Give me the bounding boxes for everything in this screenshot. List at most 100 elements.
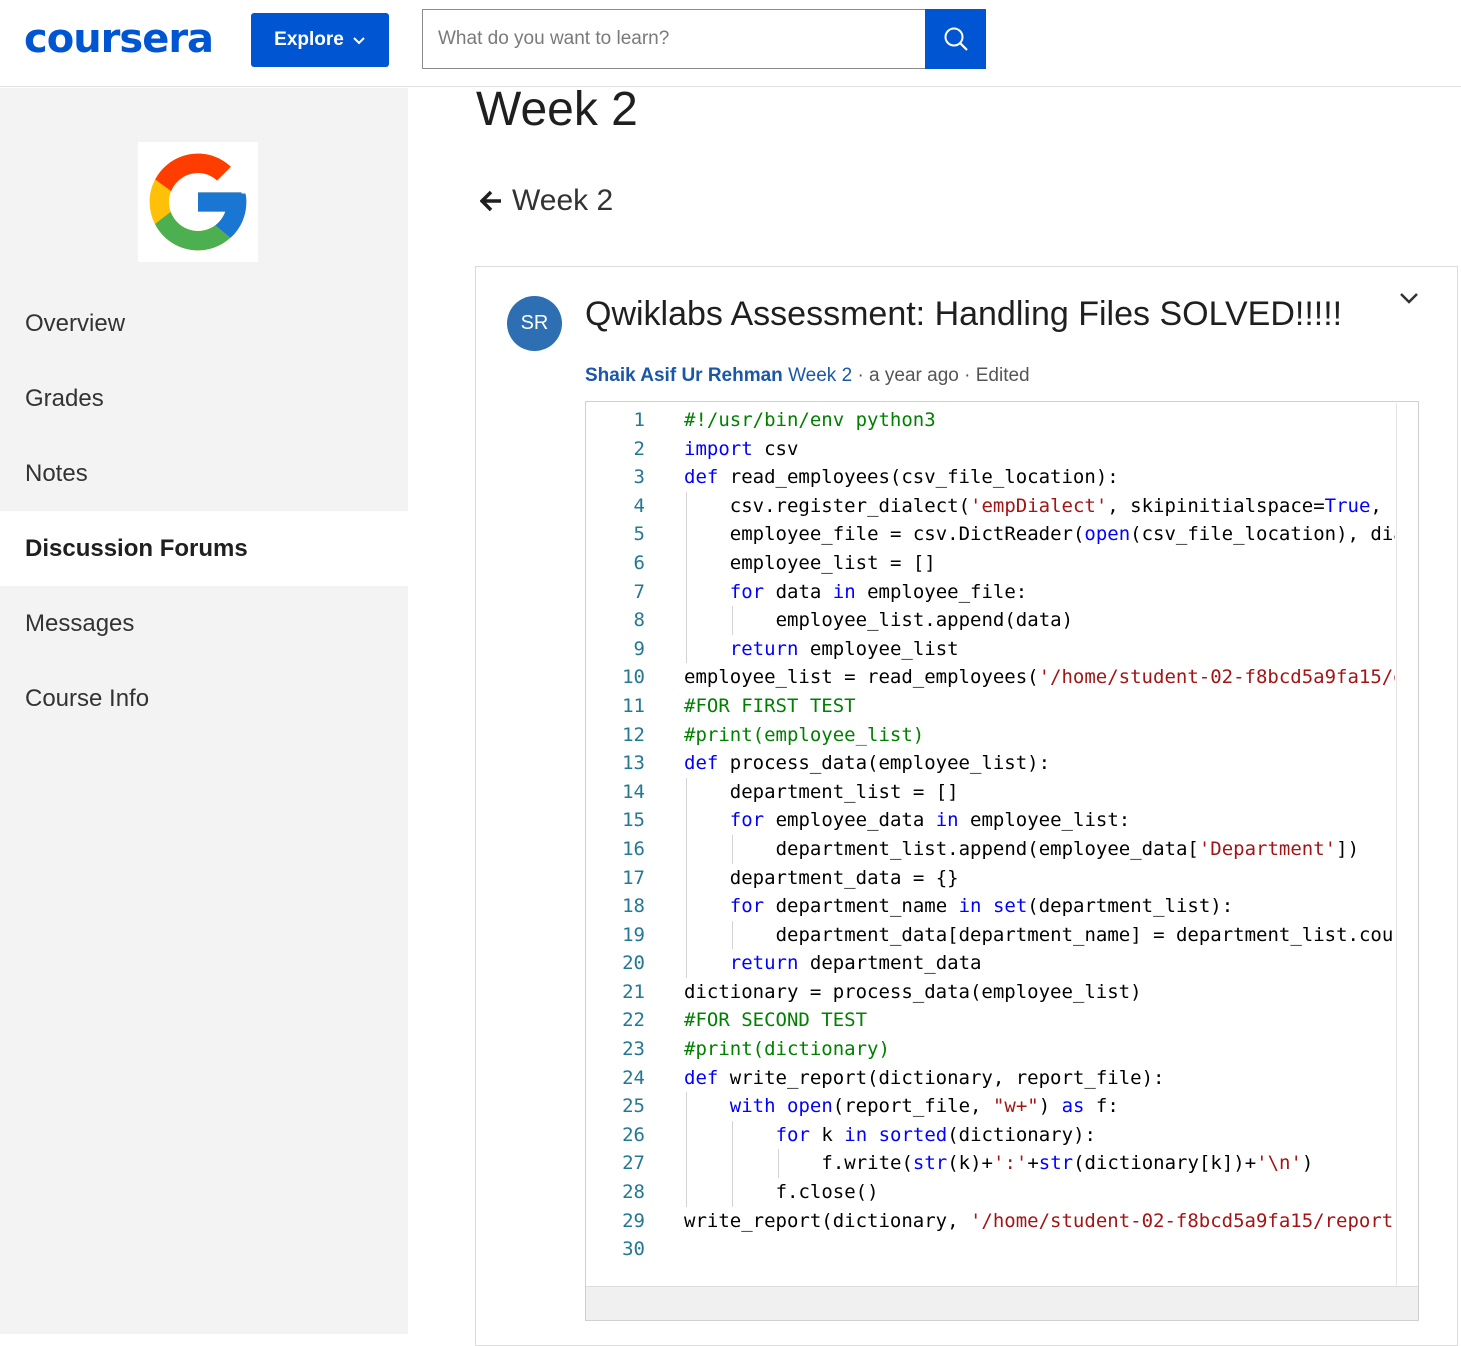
code-token: #FOR FIRST TEST — [684, 694, 856, 717]
code-text: with open(report_file, "w+") as f: — [730, 1092, 1119, 1121]
line-number: 12 — [622, 723, 645, 746]
code-text: employee_list = read_employees('/home/st… — [684, 663, 1395, 692]
line-number: 28 — [622, 1181, 645, 1204]
sidebar-item-notes[interactable]: Notes — [0, 436, 408, 511]
code-text: employee_list.append(data) — [776, 606, 1073, 635]
code-token: process_data(employee_list): — [718, 752, 1051, 775]
code-text: write_report(dictionary, '/home/student-… — [684, 1207, 1395, 1236]
sidebar-item-course-info[interactable]: Course Info — [0, 661, 408, 736]
code-text: #!/usr/bin/env python3 — [684, 406, 936, 435]
sidebar-item-overview[interactable]: Overview — [0, 286, 408, 361]
back-link-label: Week 2 — [512, 184, 614, 217]
chevron-down-icon — [353, 37, 365, 45]
sidebar-item-discussion-forums[interactable]: Discussion Forums — [0, 511, 408, 586]
indent-guide — [686, 634, 687, 664]
line-number: 4 — [633, 494, 645, 517]
indent-guide — [686, 892, 687, 921]
coursera-logo[interactable]: coursera — [24, 16, 214, 62]
code-token: (k)+ — [947, 1152, 993, 1175]
chevron-down-icon[interactable] — [1398, 287, 1420, 309]
code-token: in — [935, 809, 959, 832]
code-text: for employee_data in employee_list: — [730, 806, 1130, 835]
edited-label: Edited — [975, 365, 1030, 386]
indent-guide — [731, 1120, 733, 1150]
author-link[interactable]: Shaik Asif Ur Rehman — [585, 365, 783, 386]
horizontal-scrollbar[interactable] — [586, 1286, 1418, 1320]
line-number: 19 — [622, 923, 645, 946]
code-token: #FOR SECOND TEST — [684, 1009, 868, 1032]
line-number: 30 — [622, 1238, 645, 1261]
code-text: return employee_list — [730, 635, 959, 664]
code-text: #FOR FIRST TEST — [684, 692, 856, 721]
code-token: #print(employee_list) — [684, 723, 925, 746]
code-token: for — [729, 580, 765, 603]
explore-button[interactable]: Explore — [251, 13, 389, 67]
line-number: 6 — [633, 551, 645, 574]
indent-guide — [686, 491, 687, 521]
code-token: department_data = {} — [729, 866, 959, 889]
code-token: def — [684, 1066, 719, 1089]
code-editor-area[interactable]: 1 #!/usr/bin/env python3 2 import csv 3 def r… — [587, 403, 1395, 1286]
code-token: return — [729, 637, 799, 660]
line-number: 5 — [633, 523, 645, 546]
code-token: + — [1027, 1152, 1039, 1175]
search-button[interactable] — [925, 9, 986, 69]
code-token: (csv_file_location), dial — [1130, 523, 1395, 546]
code-text: #FOR SECOND TEST — [684, 1006, 867, 1035]
code-text: dictionary = process_data(employee_list) — [684, 978, 1142, 1007]
code-token: employee_data — [764, 809, 936, 832]
code-text: department_list.append(employee_data['De… — [776, 835, 1359, 864]
code-token: f.close() — [775, 1181, 879, 1204]
code-token: employee_list.append(data) — [775, 609, 1074, 632]
code-token: csv — [752, 437, 799, 460]
code-token: str — [1038, 1152, 1074, 1175]
search-input[interactable] — [422, 9, 926, 69]
indent-guide — [686, 863, 687, 893]
sidebar-item-label: Discussion Forums — [25, 534, 248, 562]
code-token: department_list.append(employee_data[ — [775, 837, 1199, 860]
line-number: 13 — [622, 752, 645, 775]
code-text: csv.register_dialect('empDialect', skipi… — [730, 492, 1395, 521]
code-text: #print(employee_list) — [684, 721, 924, 750]
sidebar-item-label: Messages — [25, 609, 135, 637]
code-token: (dictionary): — [947, 1123, 1096, 1146]
code-token: '/home/student-02-f8bcd5a9fa15/report.t — [969, 1209, 1395, 1232]
code-token: f.write( — [821, 1152, 913, 1175]
code-text: for k in sorted(dictionary): — [776, 1121, 1096, 1150]
code-text: department_data = {} — [730, 864, 959, 893]
code-token: write_report(dictionary, report_file): — [718, 1066, 1165, 1089]
code-text: return department_data — [730, 949, 982, 978]
back-to-week-link[interactable]: Week 2 — [480, 184, 613, 218]
indent-guide — [686, 949, 687, 978]
vertical-scrollbar[interactable] — [1396, 403, 1418, 1286]
indent-guide — [686, 606, 687, 635]
sidebar-item-grades[interactable]: Grades — [0, 361, 408, 436]
course-logo[interactable] — [138, 142, 258, 262]
code-token: department_list = [] — [729, 780, 959, 803]
code-text: department_data[department_name] = depar… — [776, 921, 1395, 950]
forum-link[interactable]: Week 2 — [788, 365, 852, 386]
line-number: 15 — [622, 809, 645, 832]
code-token: in — [832, 580, 856, 603]
avatar[interactable]: SR — [507, 296, 562, 351]
sidebar-item-label: Course Info — [25, 684, 150, 712]
indent-guide — [686, 1120, 687, 1150]
indent-guide — [686, 577, 687, 607]
indent-guide — [686, 1178, 687, 1207]
code-token: set — [992, 895, 1028, 918]
line-number: 2 — [633, 437, 645, 460]
sidebar-item-messages[interactable]: Messages — [0, 586, 408, 661]
line-number: 16 — [622, 837, 645, 860]
code-token: sorted — [878, 1123, 948, 1146]
code-token: employee_list: — [958, 809, 1131, 832]
code-text: def read_employees(csv_file_location): — [684, 463, 1119, 492]
indent-guide — [686, 806, 687, 835]
code-token: str — [912, 1152, 948, 1175]
sidebar-item-label: Grades — [25, 384, 104, 412]
line-number: 21 — [622, 980, 645, 1003]
post-title: Qwiklabs Assessment: Handling Files SOLV… — [585, 295, 1343, 333]
code-token: , skipinitialspace= — [1107, 494, 1325, 517]
code-token: department_data[department_name] = depar… — [775, 923, 1395, 946]
indent-guide — [686, 920, 687, 950]
